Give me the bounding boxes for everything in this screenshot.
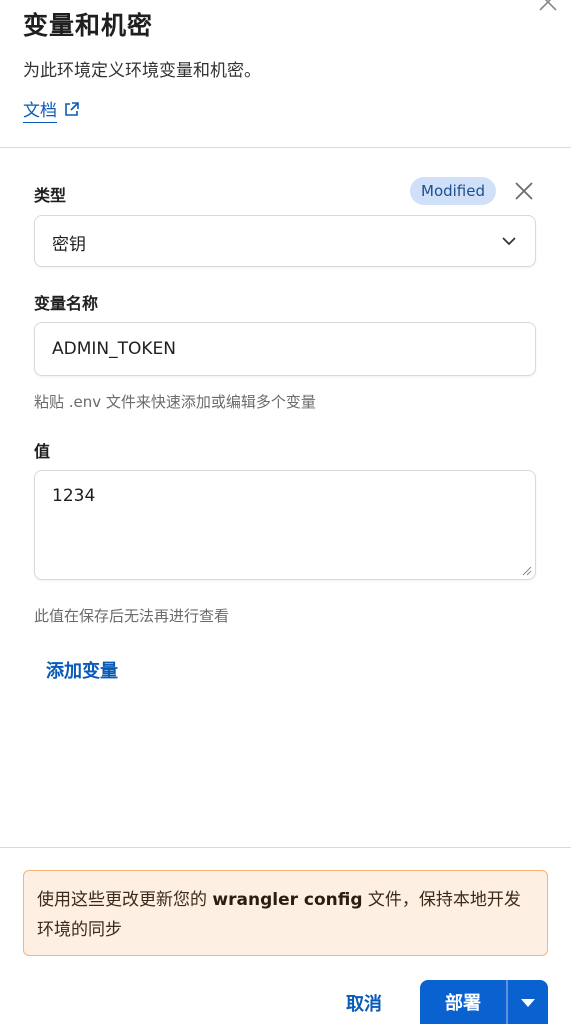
variable-name-input[interactable]	[34, 322, 536, 376]
variable-value-textarea[interactable]: 1234	[34, 470, 536, 580]
remove-variable-button[interactable]	[513, 180, 535, 202]
close-icon	[539, 0, 557, 11]
deploy-options-button[interactable]	[508, 980, 548, 1024]
docs-link[interactable]: 文档	[23, 96, 80, 123]
close-panel-button[interactable]	[538, 0, 558, 14]
notice-text-before: 使用这些更改更新您的	[37, 890, 213, 910]
deploy-button-group: 部署	[420, 980, 548, 1024]
type-label: 类型	[34, 186, 67, 205]
type-select-value: 密钥	[52, 235, 86, 255]
name-help-text: 粘贴 .env 文件来快速添加或编辑多个变量	[34, 393, 316, 411]
notice-code: wrangler config	[212, 890, 363, 910]
panel-title: 变量和机密	[23, 11, 154, 40]
value-help-text: 此值在保存后无法再进行查看	[34, 607, 230, 625]
add-variable-button[interactable]: 添加变量	[46, 657, 118, 683]
modified-badge: Modified	[410, 177, 497, 205]
chevron-down-icon	[502, 237, 516, 246]
type-select[interactable]: 密钥	[34, 215, 536, 267]
panel-subtitle: 为此环境定义环境变量和机密。	[23, 61, 261, 81]
name-label: 变量名称	[34, 294, 99, 313]
variables-panel: 变量和机密 为此环境定义环境变量和机密。 文档 类型 Modified 密钥 变…	[0, 0, 571, 1024]
header-divider	[0, 147, 571, 148]
cancel-button[interactable]: 取消	[346, 990, 382, 1016]
deploy-button[interactable]: 部署	[420, 980, 506, 1024]
value-label: 值	[34, 442, 51, 461]
caret-down-icon	[521, 999, 535, 1007]
resize-grip-icon[interactable]	[522, 566, 532, 576]
footer-divider	[0, 847, 571, 848]
docs-link-label: 文档	[23, 96, 57, 123]
external-link-icon	[65, 102, 79, 116]
wrangler-config-notice: 使用这些更改更新您的 wrangler config 文件，保持本地开发环境的同…	[23, 870, 548, 956]
close-icon	[515, 182, 533, 200]
